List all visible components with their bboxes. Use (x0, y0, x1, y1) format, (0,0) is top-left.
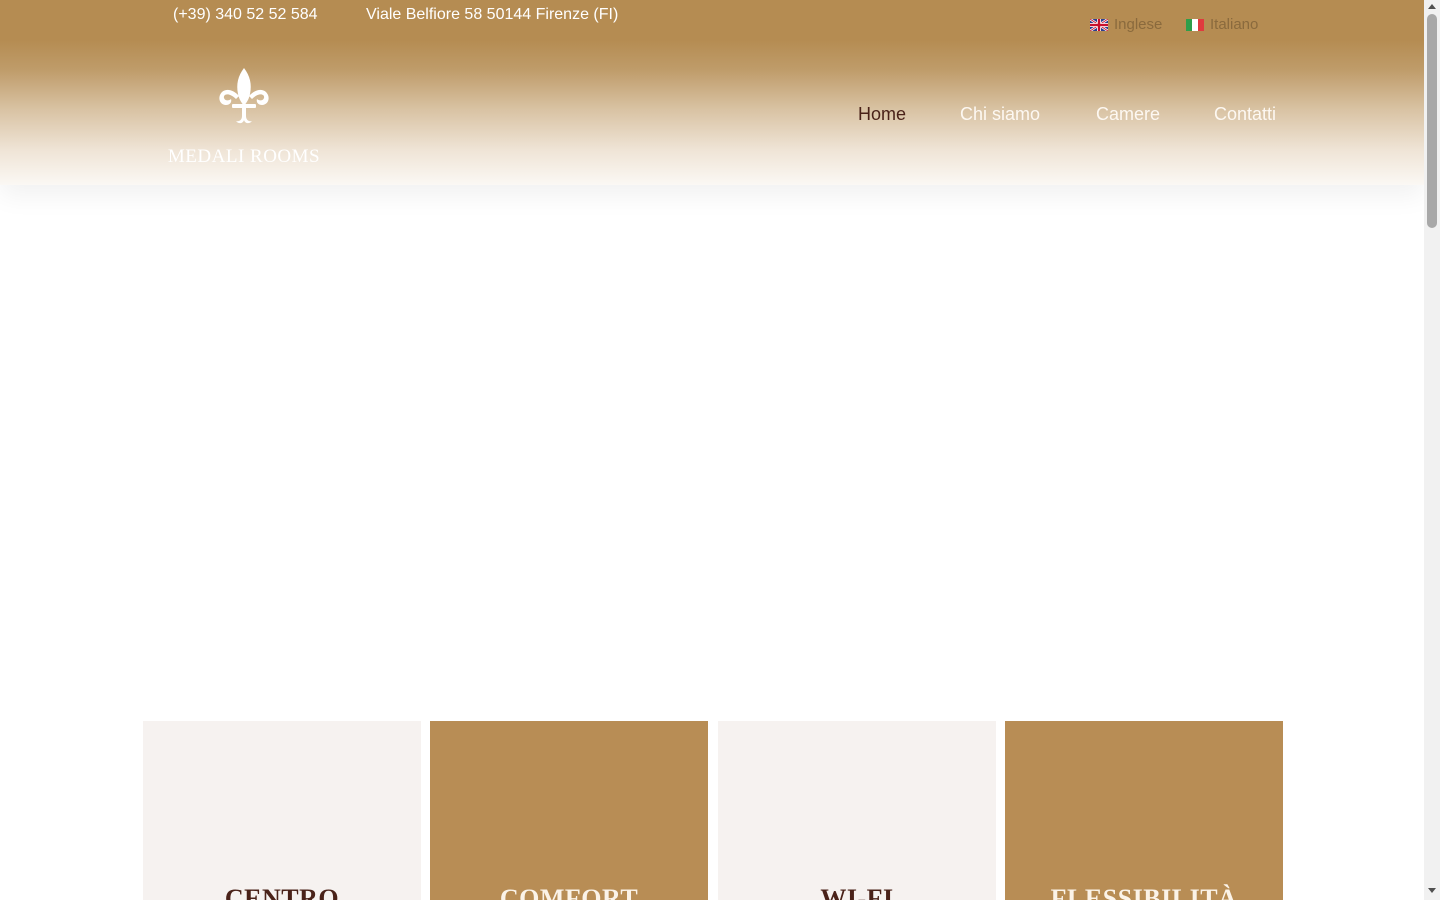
feature-title: CENTRO (224, 884, 340, 900)
site-logo[interactable]: MEDALI ROOMS (166, 66, 322, 170)
logo-text: MEDALI ROOMS (167, 146, 321, 167)
scrollbar-thumb[interactable] (1427, 14, 1437, 228)
nav-home[interactable]: Home (858, 104, 906, 125)
scroll-up-arrow-icon[interactable] (1428, 4, 1436, 9)
page: (+39) 340 52 52 584 Viale Belfiore 58 50… (0, 0, 1424, 900)
feature-box-flessibilita: FLESSIBILITÀ (1005, 721, 1283, 900)
italy-flag-icon (1186, 18, 1204, 31)
feature-title: FLESSIBILITÀ (1050, 884, 1238, 900)
feature-title: WI-FI (820, 884, 894, 900)
feature-box-wifi: WI-FI (718, 721, 996, 900)
uk-flag-icon (1090, 18, 1108, 31)
language-label-italian: Italiano (1210, 16, 1259, 33)
language-switch-italian[interactable]: Italiano (1186, 16, 1258, 33)
vertical-scrollbar[interactable] (1424, 0, 1440, 900)
phone-link[interactable]: (+39) 340 52 52 584 (173, 6, 318, 24)
nav-contatti[interactable]: Contatti (1214, 104, 1276, 125)
nav-chi-siamo[interactable]: Chi siamo (960, 104, 1040, 125)
site-header: (+39) 340 52 52 584 Viale Belfiore 58 50… (0, 0, 1424, 185)
feature-title: COMFORT (499, 884, 639, 900)
address-text: Viale Belfiore 58 50144 Firenze (FI) (366, 6, 619, 23)
language-switch-english[interactable]: Inglese (1090, 16, 1162, 33)
language-label-english: Inglese (1114, 16, 1163, 33)
feature-box-comfort: COMFORT (430, 721, 708, 900)
feature-box-centro: CENTRO (143, 721, 421, 900)
scroll-down-arrow-icon[interactable] (1428, 888, 1436, 893)
nav-camere[interactable]: Camere (1096, 104, 1160, 125)
fleur-de-lis-icon (219, 68, 269, 124)
